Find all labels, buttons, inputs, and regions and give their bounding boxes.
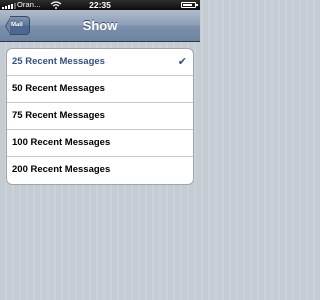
battery-level: [183, 4, 192, 6]
option-row[interactable]: 200 Recent Messages: [7, 157, 193, 184]
option-row[interactable]: 50 Recent Messages: [7, 76, 193, 103]
option-row[interactable]: 25 Recent Messages ✔: [7, 49, 193, 76]
option-label: 25 Recent Messages: [12, 56, 105, 67]
option-row[interactable]: 100 Recent Messages: [7, 130, 193, 157]
options-list: 25 Recent Messages ✔ 50 Recent Messages 75 …: [6, 48, 194, 185]
checkmark-icon: ✔: [177, 55, 187, 68]
option-label: 50 Recent Messages: [12, 83, 105, 94]
back-button[interactable]: Mail: [10, 16, 30, 35]
option-label: 75 Recent Messages: [12, 110, 105, 121]
status-time: 22:35: [89, 0, 111, 10]
option-row[interactable]: 75 Recent Messages: [7, 103, 193, 130]
navigation-bar: Show Mail: [0, 10, 200, 42]
option-label: 100 Recent Messages: [12, 137, 111, 148]
option-label: 200 Recent Messages: [12, 164, 111, 175]
battery-icon: [181, 2, 198, 8]
page-title: Show: [82, 18, 118, 33]
status-bar: Oran... 22:35: [0, 0, 200, 10]
